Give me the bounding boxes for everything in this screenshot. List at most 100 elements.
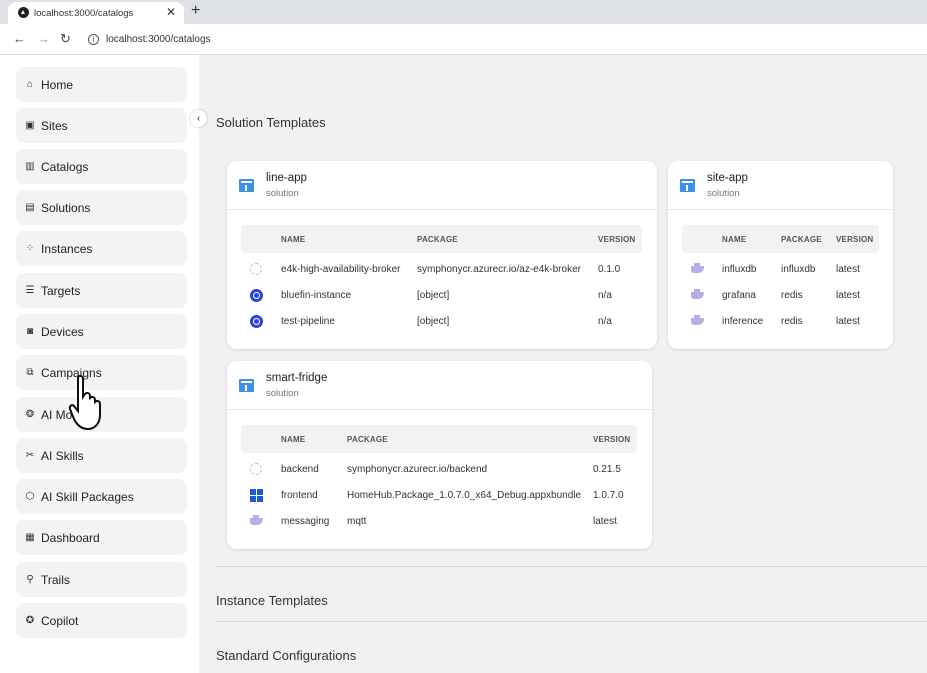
table-header: NAME PACKAGE VERSION — [241, 225, 642, 253]
kubernetes-icon — [250, 289, 263, 302]
component-name: e4k-high-availability-broker — [281, 264, 401, 275]
component-package: influxdb — [781, 264, 816, 275]
component-version: 1.0.7.0 — [593, 490, 624, 501]
table-row[interactable]: bluefin-instance [object] n/a — [241, 282, 642, 308]
component-package: [object] — [417, 316, 450, 327]
table-row[interactable]: e4k-high-availability-broker symphonycr.… — [241, 256, 642, 282]
sidebar-item-label: AI Skills — [41, 448, 84, 463]
component-version: latest — [836, 316, 860, 327]
sidebar-item-home[interactable]: ⌂ Home — [16, 67, 187, 102]
sidebar-item-label: Sites — [41, 118, 68, 133]
component-version: n/a — [598, 316, 612, 327]
card-title: site-app — [707, 172, 748, 184]
card-header: smart-fridge solution — [227, 361, 652, 410]
url-field[interactable]: i localhost:3000/catalogs — [88, 30, 918, 49]
sidebar-item-label: AI Skill Packages — [41, 489, 134, 504]
component-package: symphonycr.azurecr.io/backend — [347, 464, 488, 475]
devices-icon: ◙ — [26, 326, 34, 337]
column-header-name: NAME — [281, 235, 306, 244]
sidebar-item-trails[interactable]: ⚲ Trails — [16, 562, 187, 597]
section-title-solution-templates[interactable]: Solution Templates — [216, 115, 326, 130]
ai-skill-packages-icon: ⬡ — [25, 491, 35, 502]
collapse-sidebar-button[interactable]: ‹ — [190, 110, 207, 127]
card-subtitle: solution — [707, 188, 740, 199]
catalog-card-line-app[interactable]: line-app solution NAME PACKAGE VERSION e… — [227, 161, 657, 349]
ai-models-icon: ❂ — [25, 409, 35, 420]
ai-skills-icon: ✂ — [25, 450, 35, 461]
card-header: site-app solution — [668, 161, 893, 210]
site-info-icon[interactable]: i — [88, 34, 99, 45]
solution-icon — [239, 179, 254, 192]
tab-title: localhost:3000/catalogs — [34, 7, 134, 19]
catalog-card-site-app[interactable]: site-app solution NAME PACKAGE VERSION i… — [668, 161, 893, 349]
table-row[interactable]: test-pipeline [object] n/a — [241, 308, 642, 334]
table-row[interactable]: influxdb influxdb latest — [682, 256, 879, 282]
component-name: grafana — [722, 290, 756, 301]
solution-icon — [239, 379, 254, 392]
hand-pointer-cursor-icon — [68, 375, 101, 431]
table-row[interactable]: backend symphonycr.azurecr.io/backend 0.… — [241, 456, 637, 482]
sidebar-item-ai-skill-packages[interactable]: ⬡ AI Skill Packages — [16, 479, 187, 514]
url-text: localhost:3000/catalogs — [106, 34, 211, 45]
sidebar-item-label: Home — [41, 77, 74, 92]
card-subtitle: solution — [266, 388, 299, 399]
table-row[interactable]: grafana redis latest — [682, 282, 879, 308]
component-version: 0.21.5 — [593, 464, 621, 475]
card-subtitle: solution — [266, 188, 299, 199]
column-header-name: NAME — [281, 435, 306, 444]
component-package: redis — [781, 290, 803, 301]
docker-icon — [250, 515, 263, 525]
section-divider — [216, 621, 927, 622]
section-divider — [216, 566, 927, 567]
column-header-version: VERSION — [836, 235, 874, 244]
component-version: latest — [593, 516, 617, 527]
back-arrow-icon[interactable]: ← — [13, 31, 26, 46]
browser-tab[interactable]: localhost:3000/catalogs ✕ — [8, 2, 184, 24]
component-package: symphonycr.azurecr.io/az-e4k-broker — [417, 264, 581, 275]
table-row[interactable]: inference redis latest — [682, 308, 879, 334]
address-bar: ← → ↻ i localhost:3000/catalogs — [0, 24, 927, 55]
sidebar-item-ai-skills[interactable]: ✂ AI Skills — [16, 438, 187, 473]
sidebar-item-label: Instances — [41, 241, 93, 256]
helm-icon — [250, 263, 262, 275]
component-name: messaging — [281, 516, 330, 527]
catalog-card-smart-fridge[interactable]: smart-fridge solution NAME PACKAGE VERSI… — [227, 361, 652, 549]
sidebar-item-targets[interactable]: ☰ Targets — [16, 273, 187, 308]
column-header-package: PACKAGE — [347, 435, 388, 444]
sidebar-item-catalogs[interactable]: ▥ Catalogs — [16, 149, 187, 184]
solution-icon — [680, 179, 695, 192]
section-title-standard-configurations[interactable]: Standard Configurations — [216, 648, 356, 663]
new-tab-button[interactable]: + — [191, 2, 200, 20]
sites-icon: ▣ — [25, 120, 35, 131]
docker-icon — [691, 315, 704, 325]
column-header-package: PACKAGE — [417, 235, 458, 244]
section-title-instance-templates[interactable]: Instance Templates — [216, 593, 328, 608]
component-name: backend — [281, 464, 319, 475]
sidebar-item-instances[interactable]: ⁘ Instances — [16, 231, 187, 266]
catalogs-icon: ▥ — [25, 161, 35, 172]
sidebar-item-label: Catalogs — [41, 159, 89, 174]
component-name: test-pipeline — [281, 316, 335, 327]
docker-icon — [691, 289, 704, 299]
table-header: NAME PACKAGE VERSION — [241, 425, 637, 453]
card-header: line-app solution — [227, 161, 657, 210]
forward-arrow-icon[interactable]: → — [37, 31, 50, 46]
sidebar-item-copilot[interactable]: ✪ Copilot — [16, 603, 187, 638]
reload-icon[interactable]: ↻ — [60, 31, 71, 47]
home-icon: ⌂ — [26, 79, 34, 90]
component-name: bluefin-instance — [281, 290, 352, 301]
copilot-icon: ✪ — [25, 615, 35, 626]
sidebar-item-solutions[interactable]: ▤ Solutions — [16, 190, 187, 225]
sidebar-item-sites[interactable]: ▣ Sites — [16, 108, 187, 143]
windows-icon — [250, 489, 263, 502]
close-tab-icon[interactable]: ✕ — [166, 5, 176, 19]
dashboard-icon: ▦ — [25, 532, 35, 543]
sidebar-item-label: Dashboard — [41, 530, 100, 545]
column-header-version: VERSION — [598, 235, 636, 244]
table-row[interactable]: frontend HomeHub.Package_1.0.7.0_x64_Deb… — [241, 482, 637, 508]
component-package: mqtt — [347, 516, 367, 527]
table-row[interactable]: messaging mqtt latest — [241, 508, 637, 534]
sidebar-item-devices[interactable]: ◙ Devices — [16, 314, 187, 349]
sidebar-item-label: Copilot — [41, 613, 79, 628]
sidebar-item-dashboard[interactable]: ▦ Dashboard — [16, 520, 187, 555]
